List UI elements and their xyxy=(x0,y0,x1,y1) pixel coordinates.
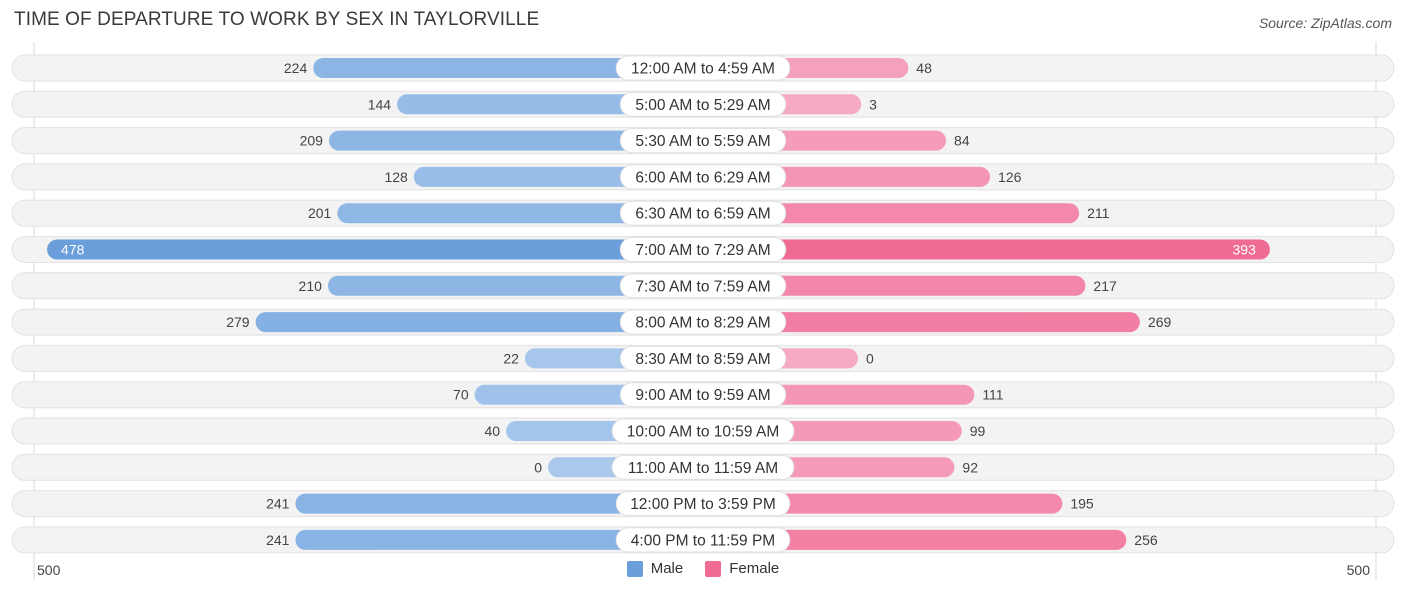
value-label-male: 201 xyxy=(308,205,332,221)
value-label-male: 40 xyxy=(485,423,501,439)
value-label-male: 279 xyxy=(226,314,250,330)
value-label-male: 128 xyxy=(384,169,408,185)
category-label: 10:00 AM to 10:59 AM xyxy=(627,424,780,441)
value-label-female: 211 xyxy=(1087,205,1110,221)
value-label-female: 3 xyxy=(869,96,877,112)
category-label: 7:30 AM to 7:59 AM xyxy=(635,278,770,295)
category-label: 11:00 AM to 11:59 AM xyxy=(628,460,778,477)
category-label: 12:00 AM to 4:59 AM xyxy=(631,61,775,78)
category-label: 5:30 AM to 5:59 AM xyxy=(635,133,770,150)
category-label: 6:00 AM to 6:29 AM xyxy=(635,169,770,186)
value-label-female: 99 xyxy=(970,423,986,439)
bar-female xyxy=(703,239,1270,260)
value-label-female: 217 xyxy=(1093,278,1117,294)
value-label-female: 84 xyxy=(954,133,970,149)
category-label: 4:00 PM to 11:59 PM xyxy=(631,532,775,549)
value-label-female: 0 xyxy=(866,350,874,366)
value-label-female: 256 xyxy=(1134,532,1158,548)
value-label-male: 478 xyxy=(61,242,85,258)
legend-item-male[interactable]: Male xyxy=(626,560,684,577)
category-label: 9:00 AM to 9:59 AM xyxy=(635,387,770,404)
value-label-female: 393 xyxy=(1233,242,1257,258)
value-label-male: 241 xyxy=(266,496,290,512)
value-label-female: 269 xyxy=(1148,314,1172,330)
chart-area: 224 48 12:00 AM to 4:59 AM 144 3 5:00 AM to 5… xyxy=(11,42,1395,580)
legend-label-female: Female xyxy=(729,560,780,577)
legend-label-male: Male xyxy=(650,560,684,577)
legend-swatch-male xyxy=(626,560,643,577)
value-label-male: 224 xyxy=(284,60,308,76)
legend-item-female[interactable]: Female xyxy=(705,560,779,577)
bar-male xyxy=(47,239,703,260)
value-label-male: 210 xyxy=(299,278,323,294)
legend: Male Female xyxy=(0,560,1406,577)
legend-swatch-female xyxy=(705,560,722,577)
value-label-male: 241 xyxy=(266,532,290,548)
value-label-male: 22 xyxy=(503,350,519,366)
category-label: 6:30 AM to 6:59 AM xyxy=(635,206,770,223)
value-label-male: 209 xyxy=(300,133,324,149)
value-label-female: 126 xyxy=(998,169,1022,185)
category-label: 5:00 AM to 5:29 AM xyxy=(635,97,770,114)
category-label: 12:00 PM to 3:59 PM xyxy=(630,496,776,513)
value-label-female: 48 xyxy=(916,60,932,76)
category-label: 8:30 AM to 8:59 AM xyxy=(635,351,770,368)
category-label: 8:00 AM to 8:29 AM xyxy=(635,315,770,332)
value-label-male: 0 xyxy=(534,459,542,475)
category-label: 7:00 AM to 7:29 AM xyxy=(635,242,770,259)
value-label-female: 111 xyxy=(982,387,1003,403)
value-label-male: 144 xyxy=(368,96,392,112)
value-label-male: 70 xyxy=(453,387,469,403)
value-label-female: 92 xyxy=(962,459,978,475)
value-label-female: 195 xyxy=(1070,496,1094,512)
